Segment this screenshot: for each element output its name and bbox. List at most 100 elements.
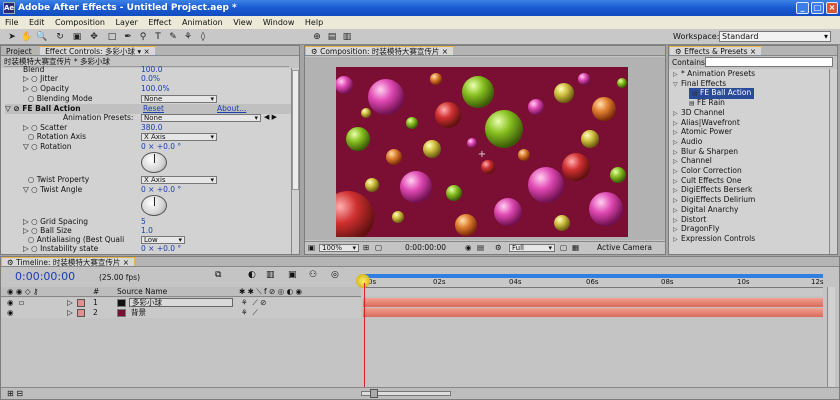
layer-name[interactable]: 背景 <box>129 308 146 318</box>
current-time-indicator[interactable] <box>356 274 370 288</box>
workspace-label: Workspace: <box>673 32 720 41</box>
effects-scrollbar[interactable] <box>829 69 837 254</box>
instability-value[interactable]: 0 × +0.0 ° <box>141 244 181 254</box>
visibility-icon[interactable]: ◉ <box>7 298 14 308</box>
rotation-value[interactable]: 0 × +0.0 ° <box>141 142 181 152</box>
effects-item-label: * Animation Presets <box>681 69 756 78</box>
preset-nav-icons[interactable]: ◀ ▶ <box>264 113 277 121</box>
visibility-icon[interactable]: ◉ <box>7 308 14 318</box>
tab-timeline[interactable]: ⚙ Timeline: 时装模特大赛宣传片 × <box>1 257 136 266</box>
antialiasing-select[interactable]: Low ▾ <box>141 236 185 244</box>
composition-canvas[interactable]: + <box>336 67 628 237</box>
menu-file[interactable]: File <box>5 18 18 27</box>
audio-icon[interactable]: ▫ <box>19 298 24 308</box>
twist-angle-dial[interactable] <box>141 195 167 216</box>
snapshot-icon[interactable]: ◉ <box>465 242 472 254</box>
eraser-tool-icon[interactable]: ◊ <box>197 31 209 43</box>
effects-search-input[interactable] <box>705 57 833 67</box>
grid-icon[interactable]: ⊞ <box>363 242 369 254</box>
channel-icon[interactable]: ⚙ <box>495 242 502 254</box>
camera-tool-icon[interactable]: ▣ <box>71 31 83 43</box>
timeline-timecode[interactable]: 0:00:00:00 <box>15 270 75 283</box>
layer-row-1[interactable]: ◉ ▫ ▷ 1 多彩小球 ⚘ ⟋ ⊘ <box>1 298 361 308</box>
time-ruler[interactable]: 0s 02s 04s 06s 08s 10s 12s <box>363 274 824 296</box>
composition-timecode[interactable]: 0:00:00:00 <box>405 242 446 254</box>
menu-window[interactable]: Window <box>263 18 295 27</box>
effect-fe-ball-action[interactable]: ▽ ⊘ FE Ball Action Reset About... <box>5 104 291 114</box>
animation-presets-select[interactable]: None ▾ <box>141 114 261 122</box>
menu-layer[interactable]: Layer <box>116 18 138 27</box>
layer-bar-2[interactable] <box>363 308 823 317</box>
twist-angle-value[interactable]: 0 × +0.0 ° <box>141 185 181 195</box>
safe-zones-icon[interactable]: ▢ <box>375 242 382 254</box>
region-of-interest-icon[interactable]: ▢ <box>560 242 567 254</box>
minimize-icon[interactable]: _ <box>796 2 809 14</box>
expand-panes-icon[interactable]: ⊞ ⊟ <box>7 389 23 398</box>
pan-behind-tool-icon[interactable]: ✥ <box>88 31 100 43</box>
motion-blur-icon[interactable]: ◎ <box>331 270 339 280</box>
layer-switches[interactable]: ⚘ ⟋ <box>241 308 258 318</box>
jitter-value[interactable]: 0.0% <box>141 74 160 84</box>
draft-3d-icon[interactable]: ▥ <box>266 270 275 280</box>
active-camera-label[interactable]: Active Camera <box>597 242 652 254</box>
rotation-axis-select[interactable]: X Axis ▾ <box>141 133 217 141</box>
axis-mode-icon[interactable]: ⊕ <box>311 31 323 43</box>
tab-effect-controls[interactable]: Effect Controls: 多彩小球 ▾ × <box>39 46 156 55</box>
menu-view[interactable]: View <box>233 18 252 27</box>
layer-row-2[interactable]: ◉ ▷ 2 背景 ⚘ ⟋ <box>1 308 361 318</box>
text-tool-icon[interactable]: T <box>152 31 164 43</box>
frame-blending-icon[interactable]: ⚇ <box>309 270 317 280</box>
layer-name[interactable]: 多彩小球 <box>129 298 233 307</box>
mask-tool-icon[interactable]: □ <box>106 31 118 43</box>
twirl-icon[interactable]: ▷ <box>67 298 73 308</box>
hide-shy-icon[interactable]: ▣ <box>288 270 297 280</box>
effect-controls-panel: Project Effect Controls: 多彩小球 ▾ × 时装模特大赛… <box>0 45 300 255</box>
show-snapshot-icon[interactable]: ▤ <box>477 242 484 254</box>
layer-switches[interactable]: ⚘ ⟋ ⊘ <box>241 298 266 308</box>
transparency-grid-icon[interactable]: ▦ <box>572 242 579 254</box>
reset-link[interactable]: Reset <box>143 104 164 114</box>
menu-help[interactable]: Help <box>305 18 323 27</box>
ball-size-value[interactable]: 1.0 <box>141 226 153 236</box>
resolution-select[interactable]: Full ▾ <box>509 244 555 252</box>
selection-tool-icon[interactable]: ➤ <box>6 31 18 43</box>
zoom-select[interactable]: 100% ▾ <box>319 244 359 252</box>
about-link[interactable]: About... <box>217 104 246 114</box>
tab-project[interactable]: Project <box>1 47 37 55</box>
zoom-slider[interactable] <box>361 389 451 398</box>
comp-mini-flowchart-icon[interactable]: ⧉ <box>215 270 221 280</box>
brush-tool-icon[interactable]: ✎ <box>167 31 179 43</box>
rotation-dial[interactable] <box>141 152 167 173</box>
effect-controls-scrollbar[interactable] <box>291 68 299 254</box>
timeline-scrollbar[interactable] <box>827 287 835 387</box>
menu-composition[interactable]: Composition <box>55 18 105 27</box>
scatter-value[interactable]: 380.0 <box>141 123 162 133</box>
tab-effects-presets[interactable]: ⚙ Effects & Presets × <box>669 46 763 55</box>
label-color-swatch[interactable] <box>77 309 85 317</box>
tab-composition[interactable]: ⚙ Composition: 时装模特大赛宣传片 × <box>305 46 455 55</box>
puppet-tool-icon[interactable]: ⚲ <box>137 31 149 43</box>
hand-tool-icon[interactable]: ✋ <box>21 31 33 43</box>
view-axis-icon[interactable]: ▥ <box>341 31 353 43</box>
scrollbar-thumb[interactable] <box>292 70 299 190</box>
layer-bar-1[interactable] <box>363 298 823 307</box>
zoom-tool-icon[interactable]: 🔍 <box>36 31 48 43</box>
close-icon[interactable]: × <box>826 2 838 14</box>
menu-effect[interactable]: Effect <box>148 18 171 27</box>
menu-edit[interactable]: Edit <box>29 18 45 27</box>
twist-property-select[interactable]: X Axis ▾ <box>141 176 217 184</box>
source-name-header: Source Name <box>117 287 168 296</box>
rotate-tool-icon[interactable]: ↻ <box>54 31 66 43</box>
world-axis-icon[interactable]: ▤ <box>326 31 338 43</box>
opacity-value[interactable]: 100.0% <box>141 84 170 94</box>
workspace-select[interactable]: Standard ▾ <box>719 31 831 42</box>
effects-item[interactable]: ▷ Expression Controls <box>673 234 755 245</box>
clone-tool-icon[interactable]: ⚘ <box>182 31 194 43</box>
label-color-swatch[interactable] <box>77 299 85 307</box>
blending-mode-select[interactable]: None ▾ <box>141 95 217 103</box>
pen-tool-icon[interactable]: ✒ <box>122 31 134 43</box>
live-update-icon[interactable]: ◐ <box>248 270 256 280</box>
menu-animation[interactable]: Animation <box>182 18 223 27</box>
twirl-icon[interactable]: ▷ <box>67 308 73 318</box>
maximize-icon[interactable]: □ <box>811 2 824 14</box>
